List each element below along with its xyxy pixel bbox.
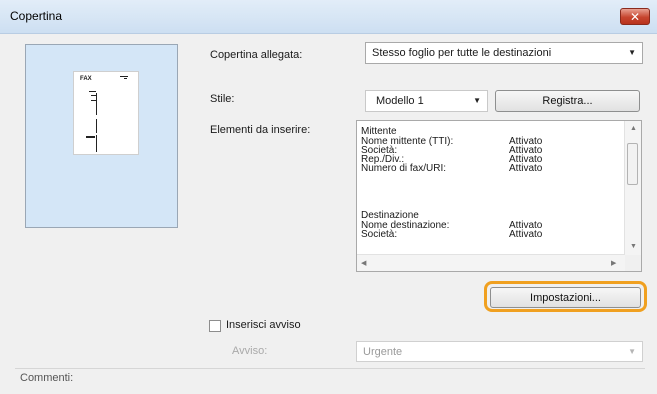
insert-notice-checkbox[interactable] bbox=[209, 320, 221, 332]
cover-attached-select[interactable]: Stesso foglio per tutte le destinazioni … bbox=[365, 42, 643, 64]
preview-line bbox=[96, 135, 97, 152]
preview-mark bbox=[124, 78, 127, 79]
vertical-scrollbar[interactable]: ▲ ▼ bbox=[624, 121, 641, 255]
preview-fax-label: FAX bbox=[80, 76, 92, 82]
style-label: Stile: bbox=[210, 93, 235, 105]
settings-highlight bbox=[484, 281, 647, 312]
preview-mark bbox=[86, 136, 95, 138]
notice-select[interactable]: Urgente ▼ bbox=[356, 341, 643, 362]
horizontal-scrollbar[interactable]: ◀ ▶ bbox=[357, 254, 625, 271]
close-button[interactable]: ✕ bbox=[620, 8, 650, 25]
cover-attached-label: Copertina allegata: bbox=[210, 49, 303, 61]
cover-preview-panel: FAX bbox=[25, 44, 178, 228]
list-item-label: Numero di fax/URI: bbox=[361, 163, 447, 174]
insert-notice-label: Inserisci avviso bbox=[226, 319, 301, 331]
cover-attached-value: Stesso foglio per tutte le destinazioni bbox=[372, 47, 552, 59]
list-item-value: Attivato bbox=[509, 229, 543, 240]
cover-page-thumbnail: FAX bbox=[73, 71, 139, 155]
preview-line bbox=[96, 93, 97, 115]
elements-listbox[interactable]: Mittente Nome mittente (TTI): Attivato S… bbox=[356, 120, 642, 272]
section-divider bbox=[15, 368, 645, 369]
list-item-label: Società: bbox=[361, 229, 398, 240]
comments-label: Commenti: bbox=[20, 372, 74, 384]
elements-label: Elementi da inserire: bbox=[210, 124, 311, 136]
scroll-down-icon[interactable]: ▼ bbox=[630, 243, 637, 250]
title-bar: Copertina ✕ bbox=[0, 0, 657, 34]
chevron-down-icon: ▼ bbox=[628, 48, 636, 57]
notice-value: Urgente bbox=[363, 346, 403, 358]
register-button[interactable]: Registra... bbox=[495, 90, 640, 112]
scroll-thumb[interactable] bbox=[627, 143, 638, 185]
preview-line bbox=[96, 119, 97, 133]
style-value: Modello 1 bbox=[376, 95, 424, 107]
scroll-right-icon[interactable]: ▶ bbox=[611, 259, 616, 267]
close-icon: ✕ bbox=[629, 10, 641, 24]
preview-mark bbox=[89, 91, 96, 92]
style-select[interactable]: Modello 1 ▼ bbox=[365, 90, 488, 112]
scrollbar-corner bbox=[625, 255, 641, 271]
preview-mark bbox=[120, 76, 128, 77]
chevron-down-icon: ▼ bbox=[628, 347, 636, 356]
cover-page-dialog: Copertina ✕ FAX Copertina allegata: Stes… bbox=[0, 0, 657, 394]
chevron-down-icon: ▼ bbox=[473, 96, 481, 105]
list-item-value: Attivato bbox=[509, 163, 543, 174]
scroll-left-icon[interactable]: ◀ bbox=[361, 259, 366, 267]
scroll-up-icon[interactable]: ▲ bbox=[630, 125, 637, 132]
window-title: Copertina bbox=[10, 9, 63, 23]
notice-label: Avviso: bbox=[232, 345, 268, 357]
